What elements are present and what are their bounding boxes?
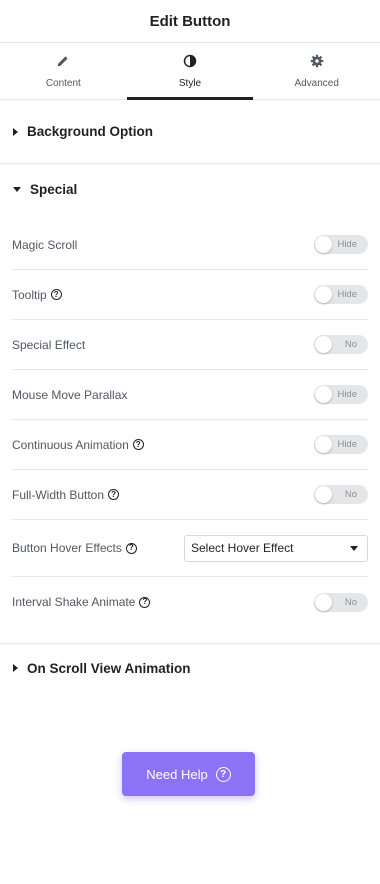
section-special[interactable]: Special (0, 164, 380, 214)
caret-right-icon (13, 664, 18, 672)
hover-effect-select[interactable]: Select Hover Effect (184, 534, 368, 562)
full-width-button-label: Full-Width Button (12, 487, 105, 502)
help-circle-icon[interactable]: ? (139, 596, 151, 608)
section-title: On Scroll View Animation (27, 660, 191, 676)
toggle-knob (315, 336, 332, 353)
magic-scroll-row: Magic Scroll Hide (12, 220, 368, 270)
caret-down-icon (13, 186, 21, 192)
control-label: Continuous Animation ? (12, 438, 144, 452)
toggle-knob (315, 236, 332, 253)
control-label: Button Hover Effects ? (12, 541, 137, 555)
toggle-knob (315, 386, 332, 403)
toggle-knob (315, 436, 332, 453)
button-hover-effects-row: Button Hover Effects ? Select Hover Effe… (12, 520, 368, 577)
special-controls: Magic Scroll Hide Tooltip ? Hide Special… (0, 214, 380, 644)
magic-scroll-toggle[interactable]: Hide (314, 235, 368, 254)
full-width-button-toggle[interactable]: No (314, 485, 368, 504)
control-label: Mouse Move Parallax (12, 387, 128, 402)
interval-shake-animate-toggle[interactable]: No (314, 592, 368, 612)
help-circle-icon[interactable]: ? (108, 489, 120, 500)
toggle-state: No (344, 339, 357, 350)
toggle-state: Hide (337, 289, 357, 300)
help-circle-icon[interactable]: ? (50, 289, 62, 300)
tab-advanced[interactable]: Advanced (253, 43, 380, 99)
question-circle-icon: ? (215, 766, 231, 782)
toggle-state: Hide (337, 239, 357, 250)
toggle-knob (315, 486, 332, 503)
help-circle-icon[interactable]: ? (132, 439, 144, 450)
continuous-animation-row: Continuous Animation ? Hide (12, 420, 368, 470)
section-background-option[interactable]: Background Option (0, 100, 380, 164)
tooltip-toggle[interactable]: Hide (314, 285, 368, 304)
panel-tabs: Content Style Advanced (0, 43, 380, 100)
section-on-scroll-view-animation[interactable]: On Scroll View Animation (0, 644, 380, 692)
control-label: Full-Width Button ? (12, 487, 120, 502)
special-effect-toggle[interactable]: No (314, 335, 368, 354)
contrast-icon (183, 54, 197, 73)
gear-icon (310, 54, 324, 73)
tab-advanced-label: Advanced (294, 77, 339, 89)
section-title: Background Option (27, 124, 153, 139)
pencil-icon (56, 54, 70, 73)
chevron-down-icon (350, 545, 358, 551)
help-circle-icon[interactable]: ? (125, 542, 137, 554)
button-hover-effects-label: Button Hover Effects (12, 541, 122, 555)
need-help-button[interactable]: Need Help ? (122, 752, 255, 796)
continuous-animation-label: Continuous Animation (12, 437, 129, 452)
toggle-state: No (344, 596, 357, 608)
interval-shake-animate-row: Interval Shake Animate ? No (12, 577, 368, 627)
tooltip-label: Tooltip (12, 287, 47, 302)
special-effect-row: Special Effect No (12, 320, 368, 370)
mouse-move-parallax-toggle[interactable]: Hide (314, 385, 368, 404)
tab-style-label: Style (178, 77, 202, 89)
mouse-move-parallax-row: Mouse Move Parallax Hide (12, 370, 368, 420)
control-label: Interval Shake Animate ? (12, 595, 151, 609)
toggle-state: Hide (337, 389, 357, 400)
tab-content[interactable]: Content (0, 43, 127, 99)
need-help-label: Need Help (146, 766, 208, 782)
toggle-state: No (344, 489, 357, 500)
continuous-animation-toggle[interactable]: Hide (314, 435, 368, 454)
tab-content-label: Content (45, 77, 81, 89)
panel-title: Edit Button (149, 12, 231, 30)
section-title: Special (30, 181, 78, 197)
control-label: Special Effect (12, 337, 86, 352)
control-label: Magic Scroll (12, 237, 78, 252)
control-label: Tooltip ? (12, 288, 62, 302)
interval-shake-animate-label: Interval Shake Animate (12, 595, 136, 609)
full-width-button-row: Full-Width Button ? No (12, 470, 368, 520)
toggle-knob (315, 286, 332, 303)
tooltip-row: Tooltip ? Hide (12, 270, 368, 320)
tab-style[interactable]: Style (126, 43, 254, 100)
toggle-state: Hide (337, 439, 357, 450)
select-value: Select Hover Effect (191, 541, 294, 555)
caret-right-icon (13, 127, 18, 136)
toggle-knob (315, 593, 332, 611)
panel-header: Edit Button (0, 0, 380, 43)
